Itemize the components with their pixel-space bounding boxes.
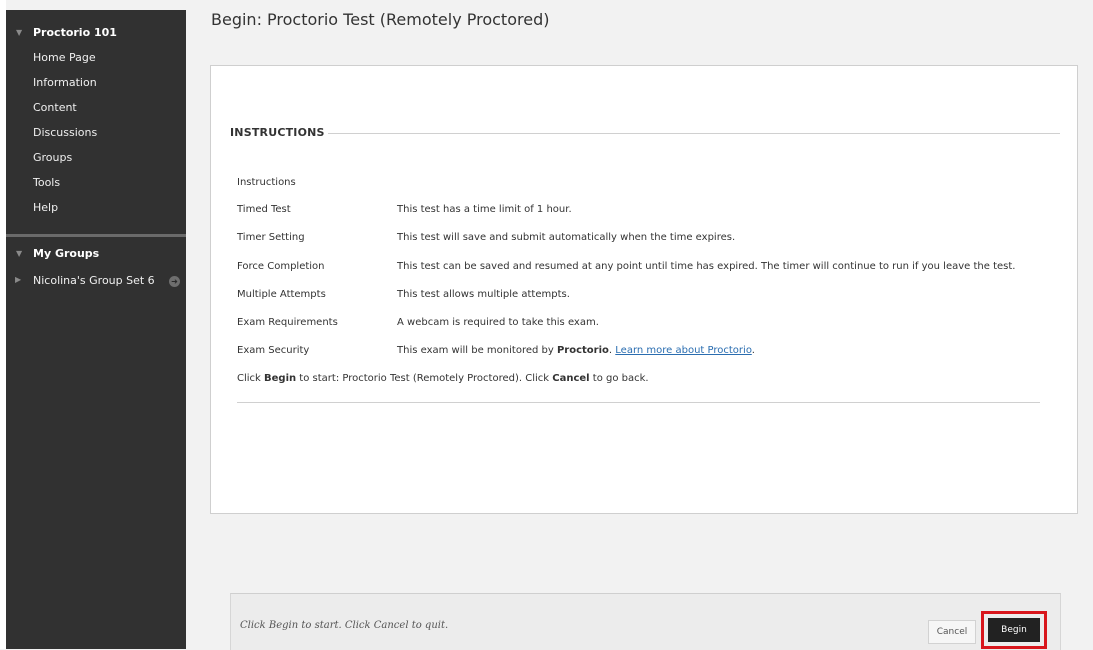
row-label-timed-test: Timed Test <box>237 204 291 215</box>
group-item[interactable]: ▶ Nicolina's Group Set 6 ➜ <box>6 272 186 292</box>
row-value-timer-setting: This test will save and submit automatic… <box>397 232 736 243</box>
group-item-label: Nicolina's Group Set 6 <box>33 274 155 287</box>
click-bold-cancel: Cancel <box>552 373 590 384</box>
row-value-timed-test: This test has a time limit of 1 hour. <box>397 204 572 215</box>
sidebar-divider <box>6 234 186 237</box>
click-bold-begin: Begin <box>264 373 297 384</box>
click-text-2: to start: Proctorio Test (Remotely Proct… <box>296 373 553 384</box>
instructions-heading: INSTRUCTIONS <box>230 126 325 139</box>
my-groups-header[interactable]: ▼ My Groups <box>6 243 186 263</box>
instructions-panel: INSTRUCTIONS Instructions Timed Test Thi… <box>210 65 1078 514</box>
heading-divider <box>328 133 1060 134</box>
row-value-multiple-attempts: This test allows multiple attempts. <box>397 289 570 300</box>
cancel-button[interactable]: Cancel <box>928 620 976 644</box>
row-label-force-completion: Force Completion <box>237 261 325 272</box>
row-label-timer-setting: Timer Setting <box>237 232 305 243</box>
footer-hint: Click Begin to start. Click Cancel to qu… <box>240 620 449 631</box>
row-value-force-completion: This test can be saved and resumed at an… <box>397 261 1016 272</box>
submit-footer: Click Begin to start. Click Cancel to qu… <box>230 593 1061 650</box>
sidebar-item-discussions[interactable]: Discussions <box>33 126 97 139</box>
click-text-1: Click <box>237 373 265 384</box>
learn-more-link[interactable]: Learn more about Proctorio <box>615 345 751 356</box>
sidebar-item-help[interactable]: Help <box>33 201 58 214</box>
collapse-triangle-icon: ▼ <box>16 248 23 258</box>
row-label-exam-requirements: Exam Requirements <box>237 317 338 328</box>
begin-button[interactable]: Begin <box>988 618 1040 642</box>
security-period: . <box>751 345 755 356</box>
row-value-exam-requirements: A webcam is required to take this exam. <box>397 317 599 328</box>
row-label-multiple-attempts: Multiple Attempts <box>237 289 326 300</box>
instructions-bottom-divider <box>237 402 1040 403</box>
click-text-3: to go back. <box>589 373 649 384</box>
row-label-instructions: Instructions <box>237 177 296 188</box>
page-title: Begin: Proctorio Test (Remotely Proctore… <box>211 10 550 29</box>
sidebar-item-groups[interactable]: Groups <box>33 151 72 164</box>
sidebar-item-content[interactable]: Content <box>33 101 77 114</box>
circle-arrow-right-icon[interactable]: ➜ <box>169 276 180 287</box>
course-menu-header[interactable]: ▼ Proctorio 101 <box>6 22 186 42</box>
sidebar-item-tools[interactable]: Tools <box>33 176 60 189</box>
course-sidebar: ▼ Proctorio 101 Home Page Information Co… <box>6 10 186 649</box>
row-label-exam-security: Exam Security <box>237 345 310 356</box>
sidebar-item-information[interactable]: Information <box>33 76 97 89</box>
click-begin-instruction: Click Begin to start: Proctorio Test (Re… <box>237 373 649 384</box>
proctorio-name: Proctorio <box>556 345 609 356</box>
my-groups-title: My Groups <box>33 246 100 260</box>
sidebar-item-home-page[interactable]: Home Page <box>33 51 96 64</box>
expand-triangle-icon: ▶ <box>15 275 22 284</box>
security-text: This exam will be monitored by <box>397 345 557 356</box>
course-title: Proctorio 101 <box>33 25 117 39</box>
row-value-exam-security: This exam will be monitored by Proctorio… <box>397 345 755 356</box>
collapse-triangle-icon: ▼ <box>16 27 23 37</box>
